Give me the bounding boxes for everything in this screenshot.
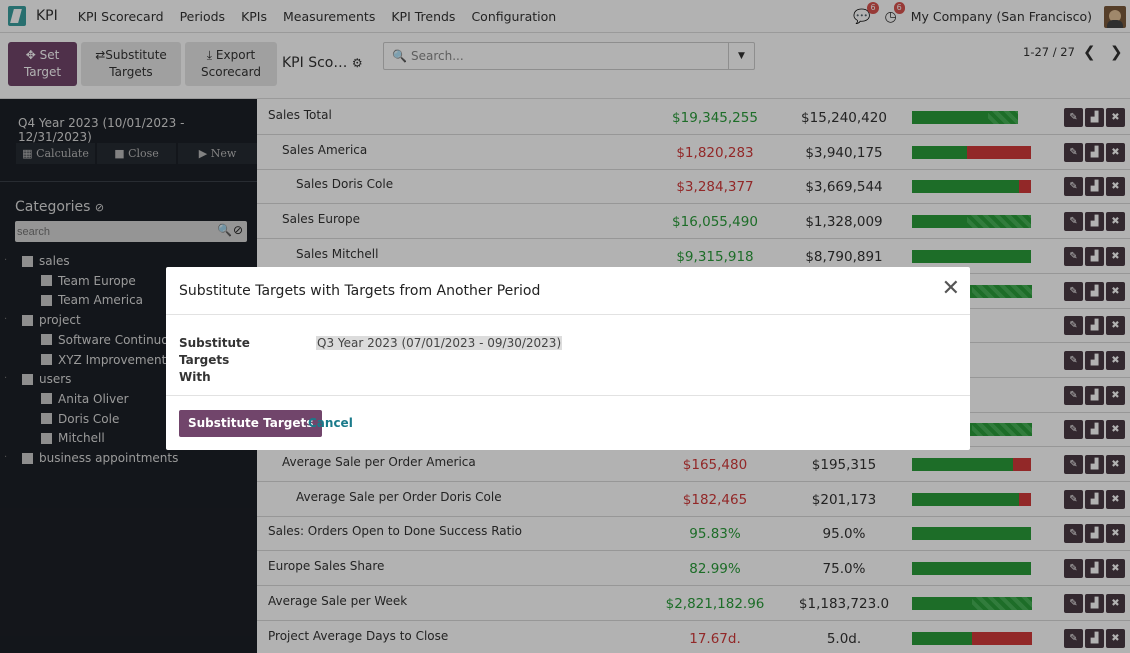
substitute-with-label: Substitute Targets With [179, 335, 299, 386]
dialog-footer: Substitute Targets Cancel [166, 396, 970, 450]
dialog-header: Substitute Targets with Targets from Ano… [166, 267, 970, 315]
substitute-targets-dialog: Substitute Targets with Targets from Ano… [166, 267, 970, 450]
substitute-targets-confirm-button[interactable]: Substitute Targets [179, 410, 323, 437]
cancel-button[interactable]: Cancel [308, 416, 353, 430]
period-select-field[interactable]: Q3 Year 2023 (07/01/2023 - 09/30/2023) [316, 336, 563, 350]
close-icon[interactable]: ✕ [942, 276, 960, 301]
dialog-body: Substitute Targets With Q3 Year 2023 (07/… [166, 315, 970, 396]
dialog-title: Substitute Targets with Targets from Ano… [179, 283, 541, 299]
label-line-2: With [179, 370, 211, 384]
label-line-1: Substitute Targets [179, 336, 250, 367]
